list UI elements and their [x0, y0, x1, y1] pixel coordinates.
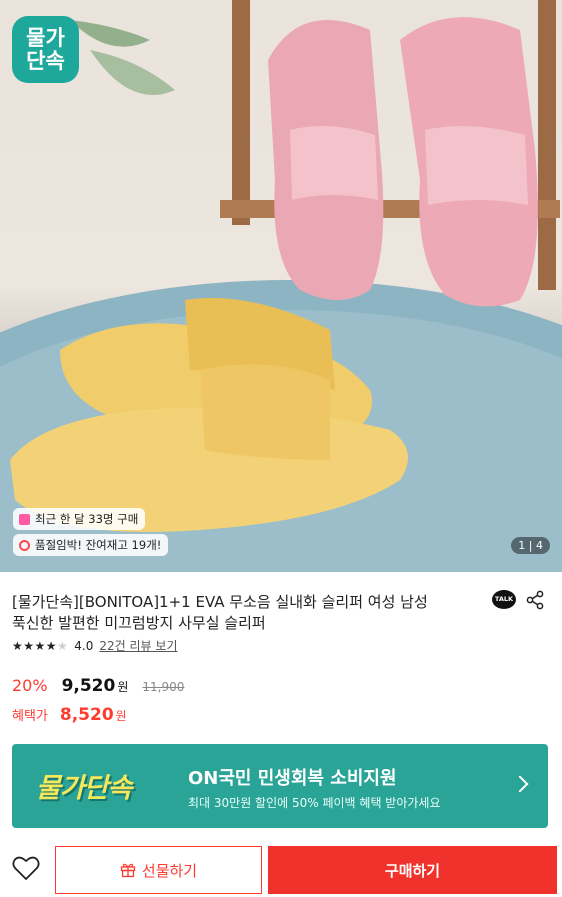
review-link[interactable]: 22건 리뷰 보기	[99, 637, 177, 654]
recent-purchase-text: 최근 한 달 33명 구매	[35, 512, 139, 526]
gift-icon	[120, 863, 136, 878]
chevron-right-icon	[511, 775, 529, 793]
image-page-indicator: 1 | 4	[511, 537, 550, 554]
banner-logo: 물가단속	[36, 773, 132, 804]
alarm-clock-icon	[19, 539, 30, 551]
buy-button-label: 구매하기	[384, 862, 441, 880]
product-title: [물가단속][BONITOA]1+1 EVA 무소음 실내화 슬리퍼 여성 남성…	[12, 592, 490, 634]
banner-subtitle: 최대 30만원 할인에 50% 페이백 혜택 받아가세요	[188, 796, 441, 810]
discount-rate: 20%	[12, 676, 48, 695]
bottom-action-bar: 선물하기 구매하기	[0, 843, 562, 897]
stock-alert-tag: 품절임박! 잔여재고 19개!	[13, 534, 169, 556]
sale-price: 9,520	[61, 676, 116, 696]
rating-row: ★★★★★ 4.0 22건 리뷰 보기	[12, 637, 178, 654]
benefit-price-row: 혜택가 8,520 원	[12, 705, 127, 725]
benefit-label: 혜택가	[12, 709, 48, 724]
product-title-line2: 푹신한 발편한 미끄럼방지 사무실 슬리퍼	[12, 614, 266, 632]
share-icon[interactable]	[525, 590, 545, 610]
sale-price-unit: 원	[117, 680, 129, 694]
brand-badge: 물가 단속	[12, 16, 79, 83]
price-row: 20% 9,520 원 11,900	[12, 676, 184, 696]
rating-value: 4.0	[74, 638, 94, 653]
star-rating-icons: ★★★★★	[12, 638, 69, 653]
benefit-price: 8,520	[59, 705, 114, 725]
brand-badge-line2: 단속	[26, 48, 65, 73]
brand-badge-line1: 물가	[26, 25, 65, 50]
product-image[interactable]: 물가 단속 최근 한 달 33명 구매 품절임박! 잔여재고 19개! 1 | …	[0, 0, 562, 572]
talk-icon[interactable]: TALK	[492, 590, 516, 609]
benefit-price-unit: 원	[115, 709, 127, 723]
gift-button-label: 선물하기	[141, 862, 198, 880]
product-title-line1: [물가단속][BONITOA]1+1 EVA 무소음 실내화 슬리퍼 여성 남성	[12, 593, 428, 611]
banner-title: ON국민 민생회복 소비지원	[188, 768, 397, 789]
buy-button[interactable]: 구매하기	[268, 846, 557, 894]
original-price: 11,900	[142, 680, 185, 694]
recent-purchase-tag: 최근 한 달 33명 구매	[13, 508, 146, 530]
shopping-bag-icon	[19, 513, 30, 525]
heart-icon[interactable]	[12, 855, 40, 881]
product-photo	[0, 0, 562, 572]
promo-banner[interactable]: 물가단속 ON국민 민생회복 소비지원 최대 30만원 할인에 50% 페이백 …	[12, 744, 548, 828]
stock-alert-text: 품절임박! 잔여재고 19개!	[35, 538, 162, 552]
gift-button[interactable]: 선물하기	[55, 846, 262, 894]
